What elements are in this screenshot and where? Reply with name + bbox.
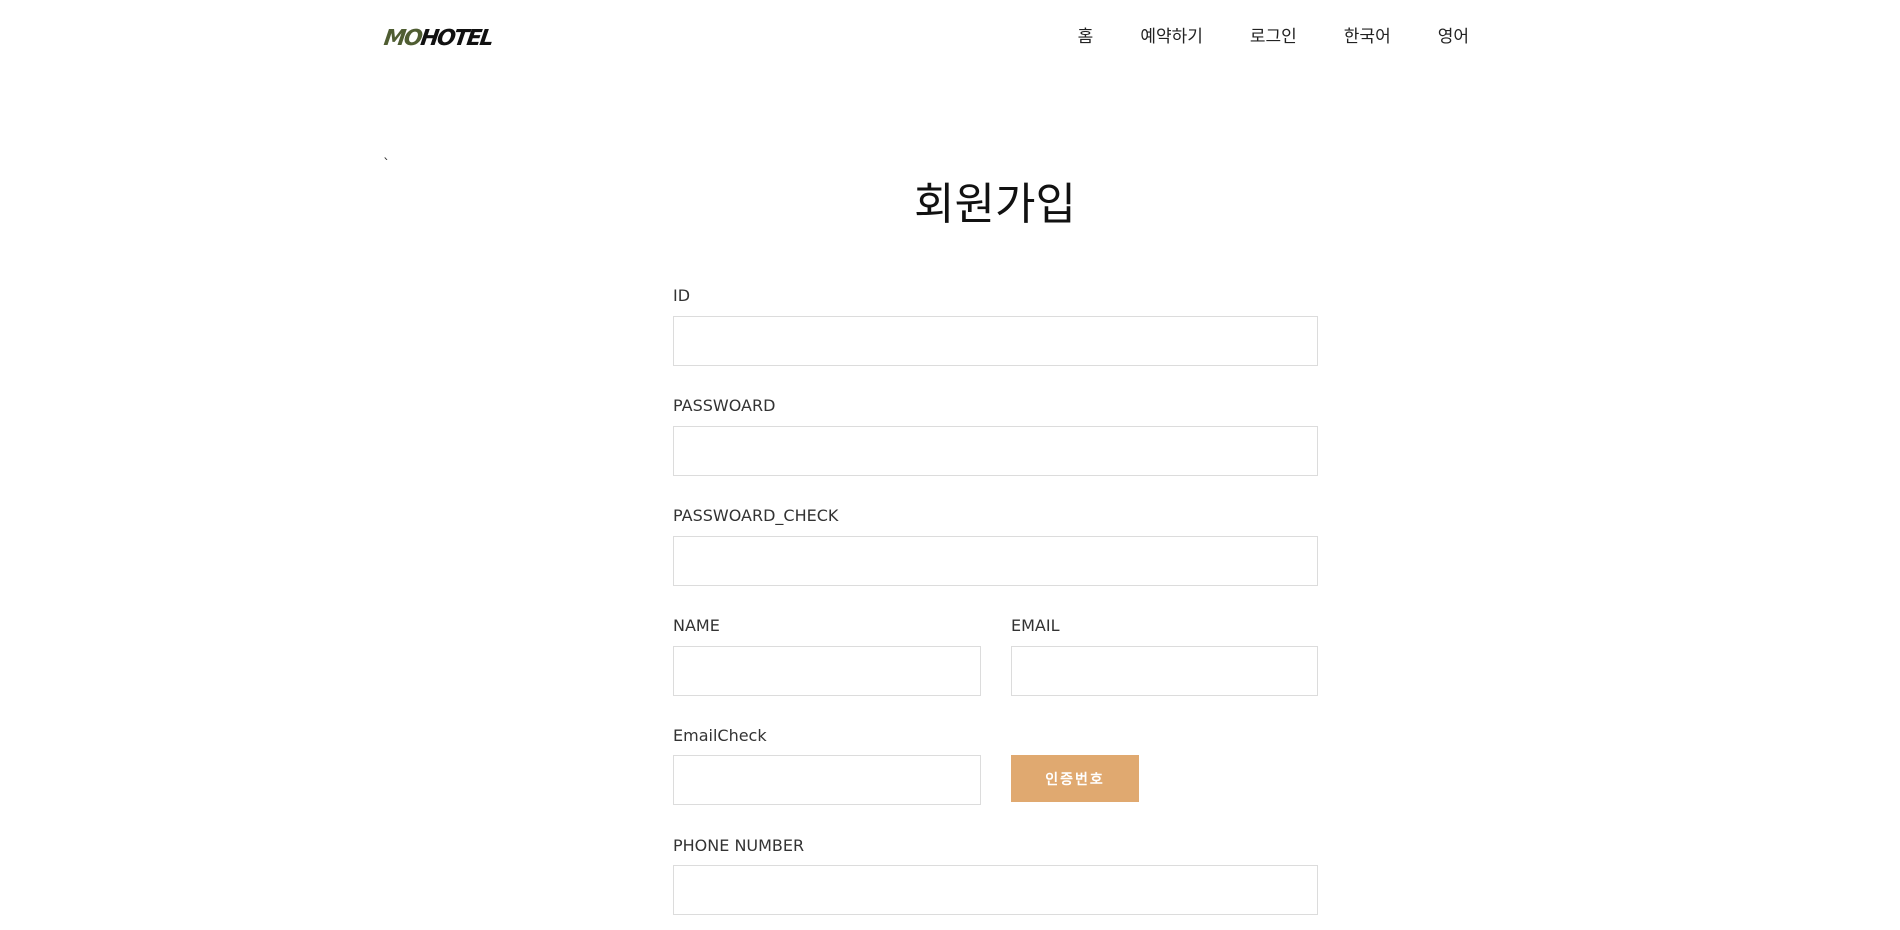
id-label: ID [673,286,691,305]
password-check-label: PASSWOARD_CHECK [673,506,839,525]
email-label: EMAIL [1011,616,1060,635]
nav-reserve[interactable]: 예약하기 [1140,22,1203,52]
nav-login[interactable]: 로그인 [1250,22,1297,52]
page-title: 회원가입 [914,179,1076,230]
id-input[interactable] [673,316,1318,366]
password-input[interactable] [673,426,1318,476]
logo[interactable]: MOHOTEL [382,25,494,53]
stray-mark: ` [383,157,390,173]
email-check-label: EmailCheck [673,726,767,745]
name-input[interactable] [673,646,981,696]
phone-input[interactable] [673,865,1318,915]
password-label: PASSWOARD [673,396,776,415]
password-check-input[interactable] [673,536,1318,586]
nav-korean[interactable]: 한국어 [1344,22,1391,52]
name-label: NAME [673,616,720,635]
verify-code-button[interactable]: 인증번호 [1011,755,1139,802]
nav-english[interactable]: 영어 [1438,22,1469,52]
nav-home[interactable]: 홈 [1078,22,1094,52]
site-header: MOHOTEL 홈 예약하기 로그인 한국어 영어 [0,0,1900,76]
phone-label: PHONE NUMBER [673,836,805,855]
email-check-input[interactable] [673,755,981,805]
main-nav: 홈 예약하기 로그인 한국어 영어 [1031,22,1469,52]
logo-mo: MO [382,26,423,51]
logo-hotel: HOTEL [418,26,494,51]
email-input[interactable] [1011,646,1318,696]
